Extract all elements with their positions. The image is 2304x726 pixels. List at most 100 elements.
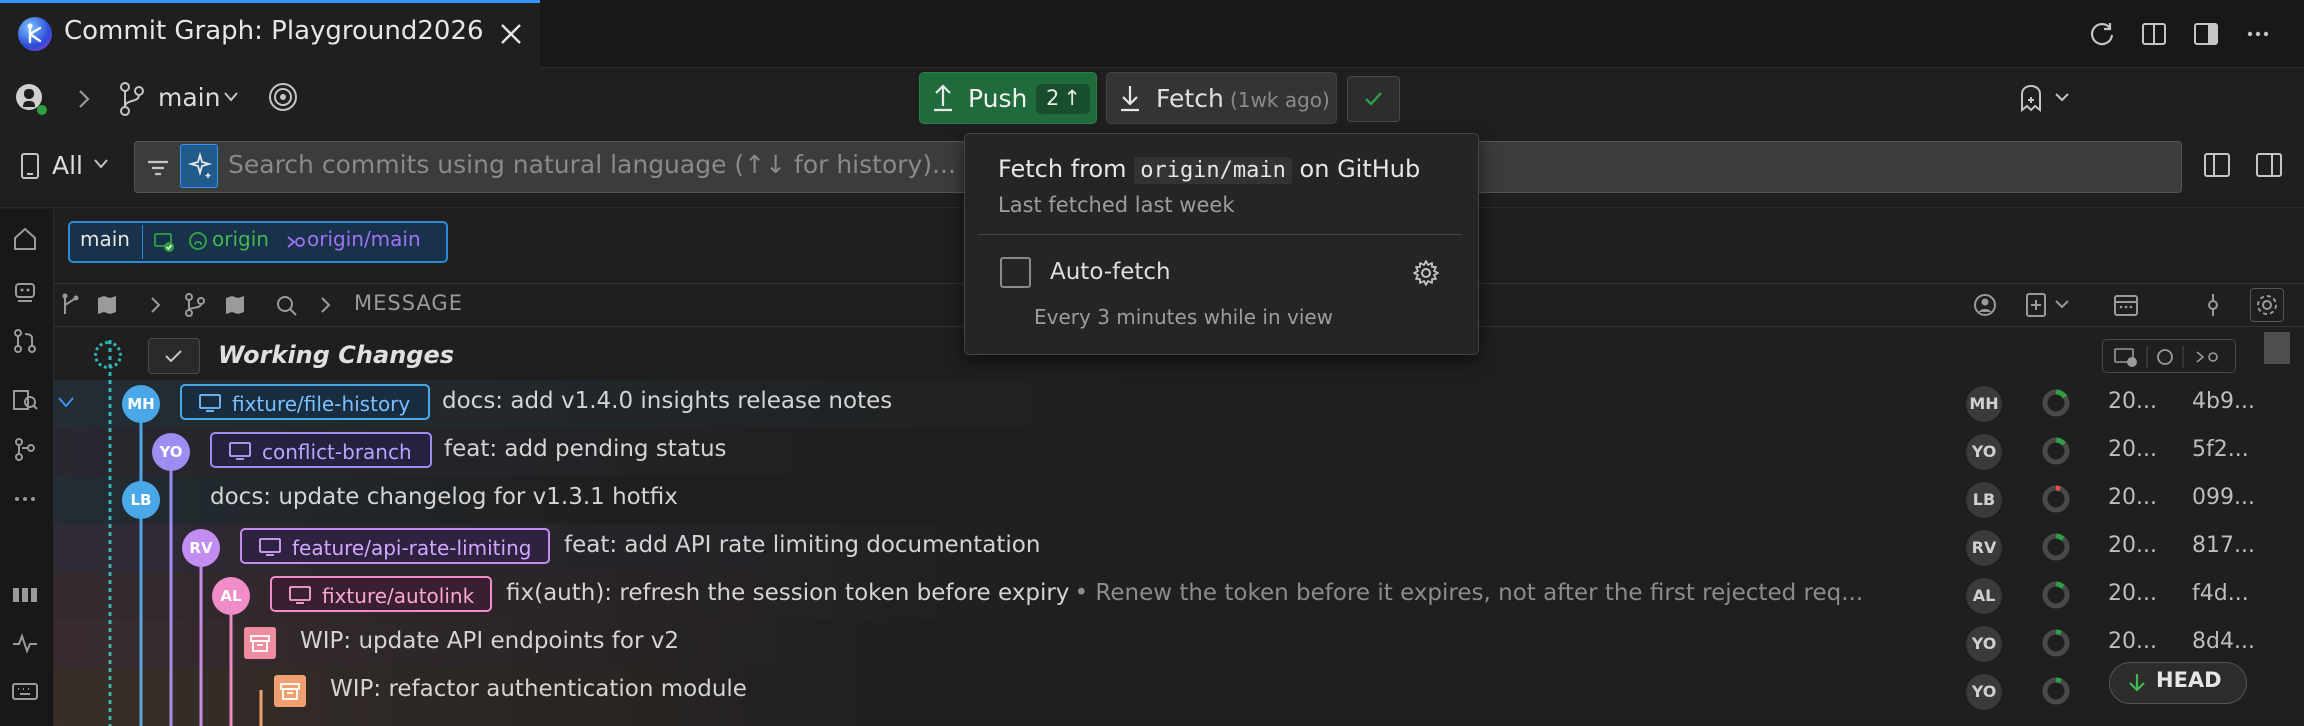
ai-search-icon[interactable] xyxy=(180,144,218,188)
commit-date: 20... xyxy=(2108,485,2157,510)
changes-ring-icon xyxy=(2041,580,2071,610)
remote-ref-code: origin/main xyxy=(1134,157,1292,184)
column-settings-icon[interactable] xyxy=(2250,288,2284,322)
scrollbar-thumb[interactable] xyxy=(2264,332,2290,364)
working-changes-label[interactable]: Working Changes xyxy=(218,341,454,369)
panels-icon[interactable] xyxy=(10,580,40,610)
filter-icon[interactable] xyxy=(144,154,172,182)
agent-icon[interactable] xyxy=(10,276,40,306)
commit-message: fix(auth): refresh the session token bef… xyxy=(506,580,1070,606)
commit-avatar: RV xyxy=(182,529,220,567)
commit-sha[interactable]: f4d... xyxy=(2192,581,2249,606)
commit-avatar: AL xyxy=(212,577,250,615)
author-column-icon[interactable] xyxy=(1972,292,1998,318)
author-avatar: YO xyxy=(1966,626,2002,662)
commit-message: WIP: refactor authentication module xyxy=(330,676,747,702)
commit-message: docs: update changelog for v1.3.1 hotfix xyxy=(210,484,678,510)
ref-upstream: origin/main xyxy=(307,227,421,251)
split-editor-icon[interactable] xyxy=(2134,14,2174,54)
keyboard-icon[interactable] xyxy=(10,676,40,706)
search-column-icon[interactable] xyxy=(274,293,300,319)
column-message: MESSAGE xyxy=(354,291,463,315)
activity-pulse-icon[interactable] xyxy=(10,628,40,658)
explorer-search-icon[interactable] xyxy=(10,384,40,414)
autofetch-settings-gear-icon[interactable] xyxy=(1411,258,1441,288)
author-avatar: AL xyxy=(1966,578,2002,614)
layout-left-icon[interactable] xyxy=(2202,150,2232,180)
commit-date: 20... xyxy=(2108,629,2157,654)
autofetch-checkbox[interactable] xyxy=(1000,257,1031,288)
github-remote-icon xyxy=(188,231,208,251)
collapse-chevron-icon[interactable] xyxy=(56,392,76,412)
toggle-panel-icon[interactable] xyxy=(2186,14,2226,54)
expand-chevron-icon[interactable] xyxy=(146,294,166,316)
changes-column-icon[interactable] xyxy=(2024,291,2076,319)
branch-icon xyxy=(118,81,146,117)
commit-working-button[interactable] xyxy=(148,338,200,374)
refresh-icon[interactable] xyxy=(2082,14,2122,54)
branch-tag[interactable]: feature/api-rate-limiting xyxy=(240,528,550,564)
local-branch-icon xyxy=(288,584,312,606)
autofetch-label[interactable]: Auto-fetch xyxy=(1050,259,1171,285)
branch-selector[interactable]: main xyxy=(158,83,220,112)
commit-date: 20... xyxy=(2108,581,2157,606)
changes-ring-icon xyxy=(2041,388,2071,418)
tab-title: Commit Graph: Playground2026 xyxy=(64,16,484,46)
date-column-icon[interactable] xyxy=(2112,292,2140,318)
github-icon[interactable] xyxy=(14,82,48,116)
commit-sha[interactable]: 099... xyxy=(2192,485,2255,510)
scope-selector[interactable]: All xyxy=(52,151,83,180)
changes-ring-icon xyxy=(2041,676,2071,706)
autofetch-note: Every 3 minutes while in view xyxy=(1034,305,1334,329)
fetch-icon xyxy=(1117,82,1143,114)
commit-sha[interactable]: 817... xyxy=(2192,533,2255,558)
more-actions-icon[interactable] xyxy=(2238,14,2278,54)
target-icon[interactable] xyxy=(266,80,300,114)
changes-ring-icon xyxy=(2041,484,2071,514)
device-icon xyxy=(18,150,42,182)
more-views-icon[interactable] xyxy=(10,484,40,514)
ai-agent-icon[interactable] xyxy=(2016,82,2076,116)
ref-remote: origin xyxy=(212,227,269,251)
changes-ring-icon xyxy=(2041,436,2071,466)
commit-message-line: fix(auth): refresh the session token bef… xyxy=(506,580,1926,606)
push-label: Push xyxy=(968,84,1028,113)
stash-icon xyxy=(244,627,276,659)
sync-check-button[interactable] xyxy=(1347,76,1400,122)
worktree-check-icon xyxy=(153,231,175,253)
changes-ring-icon xyxy=(2041,532,2071,562)
chevron-down-icon[interactable] xyxy=(222,90,240,104)
graph-column-toggle-icon[interactable] xyxy=(58,292,124,318)
source-control-icon[interactable] xyxy=(10,434,40,464)
sha-column-icon[interactable] xyxy=(2202,292,2224,318)
scope-chevron-down-icon[interactable] xyxy=(92,157,110,171)
search-placeholder: Search commits using natural language (↑… xyxy=(228,150,956,179)
author-avatar: RV xyxy=(1966,530,2002,566)
commit-detail: • Renew the token before it expires, not… xyxy=(1074,580,1864,606)
commit-date: 20... xyxy=(2108,533,2157,558)
commit-sha[interactable]: 4b9... xyxy=(2192,389,2255,414)
commit-sha[interactable]: 8d4... xyxy=(2192,629,2255,654)
commit-message: WIP: update API endpoints for v2 xyxy=(300,628,679,654)
message-chevron-icon xyxy=(316,294,336,316)
layout-right-icon[interactable] xyxy=(2254,150,2284,180)
popover-subtitle: Last fetched last week xyxy=(998,193,1235,217)
commit-message: docs: add v1.4.0 insights release notes xyxy=(442,388,893,414)
commit-date: 20... xyxy=(2108,437,2157,462)
branch-column-icon[interactable] xyxy=(182,292,256,318)
arrow-down-icon xyxy=(2126,670,2148,696)
pull-request-icon[interactable] xyxy=(10,326,40,356)
author-avatar: LB xyxy=(1966,482,2002,518)
local-branch-icon xyxy=(228,440,252,462)
author-avatar: YO xyxy=(1966,674,2002,710)
working-refs-pill xyxy=(2102,339,2236,373)
local-branch-icon xyxy=(258,536,282,558)
home-icon[interactable] xyxy=(10,224,40,254)
changes-ring-icon xyxy=(2041,628,2071,658)
commit-avatar: LB xyxy=(122,481,160,519)
commit-sha[interactable]: 5f2... xyxy=(2192,437,2249,462)
push-count-badge: 2 ↑ xyxy=(1036,84,1090,114)
push-icon xyxy=(930,82,956,114)
close-icon[interactable] xyxy=(491,14,531,54)
pill-divider xyxy=(142,225,143,259)
